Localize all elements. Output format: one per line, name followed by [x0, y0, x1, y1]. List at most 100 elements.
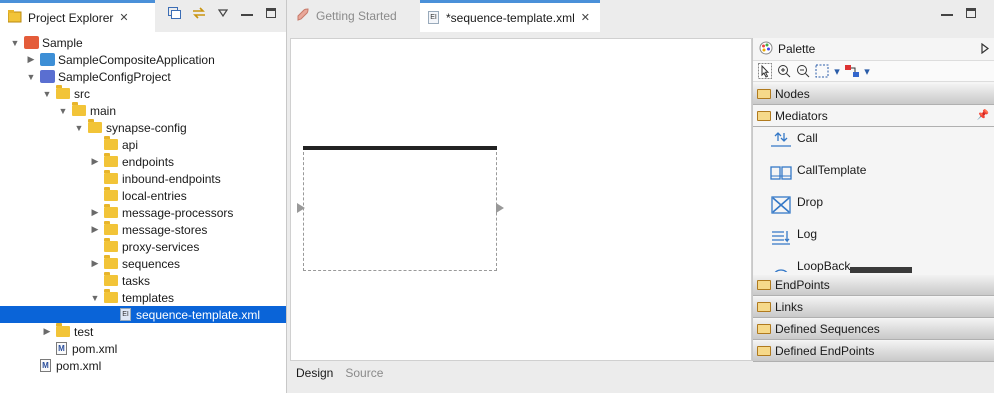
- tab-sequence-template[interactable]: EI *sequence-template.xml ✕: [420, 0, 600, 32]
- chevron-right-icon[interactable]: ▶: [90, 156, 100, 167]
- editor-bottom-tabs: Design Source: [296, 366, 395, 380]
- tree-item-label: message-processors: [122, 205, 234, 220]
- project-config-icon: [40, 70, 55, 83]
- tree-item[interactable]: ▼ src: [0, 85, 286, 102]
- chevron-right-icon[interactable]: ▶: [90, 224, 100, 235]
- mediator-log[interactable]: Log: [753, 224, 994, 256]
- chevron-right-icon[interactable]: ▶: [90, 258, 100, 269]
- close-icon[interactable]: ✕: [581, 11, 590, 24]
- loopback-mediator-icon: [769, 258, 793, 272]
- project-explorer-view: Project Explorer ✕ ▼ Sample ▶ SampleComposi…: [0, 0, 287, 393]
- minimize-icon[interactable]: [238, 5, 256, 21]
- marquee-tool-icon[interactable]: [814, 63, 830, 79]
- tree-item[interactable]: ▶proxy-services: [0, 238, 286, 255]
- tree-item[interactable]: ▶Mpom.xml: [0, 357, 286, 374]
- tab-getting-started[interactable]: Getting Started: [288, 0, 420, 32]
- link-with-editor-icon[interactable]: [190, 5, 208, 21]
- input-connector-icon[interactable]: [297, 203, 305, 213]
- pin-icon[interactable]: 📌: [977, 110, 989, 121]
- minimize-icon[interactable]: [938, 5, 956, 21]
- editor-area: Getting Started EI *sequence-template.xm…: [288, 0, 994, 393]
- maven-file-icon: M: [40, 359, 51, 372]
- tree-item[interactable]: ▶local-entries: [0, 187, 286, 204]
- chevron-down-icon[interactable]: ▼: [58, 106, 68, 116]
- mediator-call-label: Call: [797, 131, 818, 145]
- drawer-defined-sequences[interactable]: Defined Sequences: [753, 319, 994, 340]
- tree-item[interactable]: ▼ templates: [0, 289, 286, 306]
- mediator-drop[interactable]: Drop: [753, 192, 994, 224]
- tree-item-label: test: [74, 324, 94, 339]
- tree-item[interactable]: ▶ message-stores: [0, 221, 286, 238]
- design-canvas[interactable]: [290, 38, 752, 361]
- project-explorer-icon: [7, 9, 22, 26]
- tab-project-explorer[interactable]: Project Explorer ✕: [0, 0, 155, 32]
- ide-window: Project Explorer ✕ ▼ Sample ▶ SampleComposi…: [0, 0, 994, 393]
- folder-icon: [104, 221, 118, 235]
- select-tool-icon[interactable]: [757, 63, 773, 79]
- tree-item[interactable]: ▼ SampleConfigProject: [0, 68, 286, 85]
- tree-item[interactable]: ▶EIsequence-template.xml: [0, 306, 286, 323]
- chevron-down-icon[interactable]: ▾: [833, 63, 841, 79]
- mediator-calltemplate[interactable]: CallTemplate: [753, 160, 994, 192]
- chevron-down-icon[interactable]: ▼: [74, 123, 84, 133]
- chevron-down-icon[interactable]: ▼: [10, 38, 20, 48]
- drop-mediator-icon: [769, 194, 793, 216]
- tree-item[interactable]: ▼ Sample: [0, 34, 286, 51]
- tree-item[interactable]: ▶ test: [0, 323, 286, 340]
- tree-item[interactable]: ▶ sequences: [0, 255, 286, 272]
- drawer-endpoints[interactable]: EndPoints: [753, 275, 994, 296]
- palette-expand-icon[interactable]: [981, 42, 989, 57]
- tab-source[interactable]: Source: [345, 366, 383, 380]
- tree-item[interactable]: ▶ SampleCompositeApplication: [0, 51, 286, 68]
- drawer-nodes[interactable]: Nodes: [753, 84, 994, 105]
- folder-icon: [104, 204, 118, 218]
- output-connector-icon[interactable]: [496, 203, 504, 213]
- tree-item[interactable]: ▶ message-processors: [0, 204, 286, 221]
- tree-item-label: synapse-config: [106, 120, 187, 135]
- connection-tool-icon[interactable]: [844, 63, 860, 79]
- chevron-right-icon[interactable]: ▶: [90, 207, 100, 218]
- tree-item[interactable]: ▶tasks: [0, 272, 286, 289]
- drawer-nodes-label: Nodes: [775, 87, 810, 101]
- tree-item-label: sequences: [122, 256, 181, 271]
- tree-item[interactable]: ▶api: [0, 136, 286, 153]
- palette-scrollbar[interactable]: [850, 267, 912, 273]
- tab-getting-started-label: Getting Started: [316, 9, 397, 23]
- tree-item-label: src: [74, 86, 90, 101]
- tree-item[interactable]: ▼ main: [0, 102, 286, 119]
- zoom-in-icon[interactable]: [776, 63, 792, 79]
- tree-item[interactable]: ▶ endpoints: [0, 153, 286, 170]
- maximize-icon[interactable]: [262, 5, 280, 21]
- tree-item-label: SampleCompositeApplication: [58, 52, 215, 67]
- mediator-call[interactable]: Call: [753, 128, 994, 160]
- chevron-right-icon[interactable]: ▶: [42, 326, 52, 337]
- zoom-out-icon[interactable]: [795, 63, 811, 79]
- view-menu-icon[interactable]: [214, 5, 232, 21]
- chevron-down-icon[interactable]: ▼: [90, 293, 100, 303]
- collapse-all-icon[interactable]: [166, 5, 184, 21]
- tree-item[interactable]: ▼ synapse-config: [0, 119, 286, 136]
- drawer-defined-endpoints[interactable]: Defined EndPoints: [753, 341, 994, 362]
- drawer-mediators[interactable]: Mediators 📌: [753, 106, 994, 127]
- maximize-icon[interactable]: [962, 5, 980, 21]
- sequence-template-container[interactable]: [297, 146, 504, 271]
- palette-header: Palette: [753, 38, 994, 60]
- chevron-right-icon[interactable]: ▶: [26, 54, 36, 65]
- chevron-down-icon[interactable]: ▾: [863, 63, 871, 79]
- chevron-down-icon[interactable]: ▼: [26, 72, 36, 82]
- mediator-loopback-label: LoopBack: [797, 259, 851, 272]
- folder-icon: [72, 102, 86, 116]
- palette-toolbar: ▾ ▾: [753, 60, 994, 82]
- folder-icon: [757, 302, 771, 312]
- tree-item-label: endpoints: [122, 154, 175, 169]
- tree-item[interactable]: ▶inbound-endpoints: [0, 170, 286, 187]
- drawer-links[interactable]: Links: [753, 297, 994, 318]
- tree-item-label: SampleConfigProject: [58, 69, 171, 84]
- close-icon[interactable]: ✕: [119, 11, 128, 24]
- sequence-header-bar: [303, 146, 497, 150]
- folder-icon: [104, 255, 118, 269]
- folder-icon: [757, 324, 771, 334]
- tree-item[interactable]: ▶Mpom.xml: [0, 340, 286, 357]
- chevron-down-icon[interactable]: ▼: [42, 89, 52, 99]
- tab-design[interactable]: Design: [296, 366, 333, 380]
